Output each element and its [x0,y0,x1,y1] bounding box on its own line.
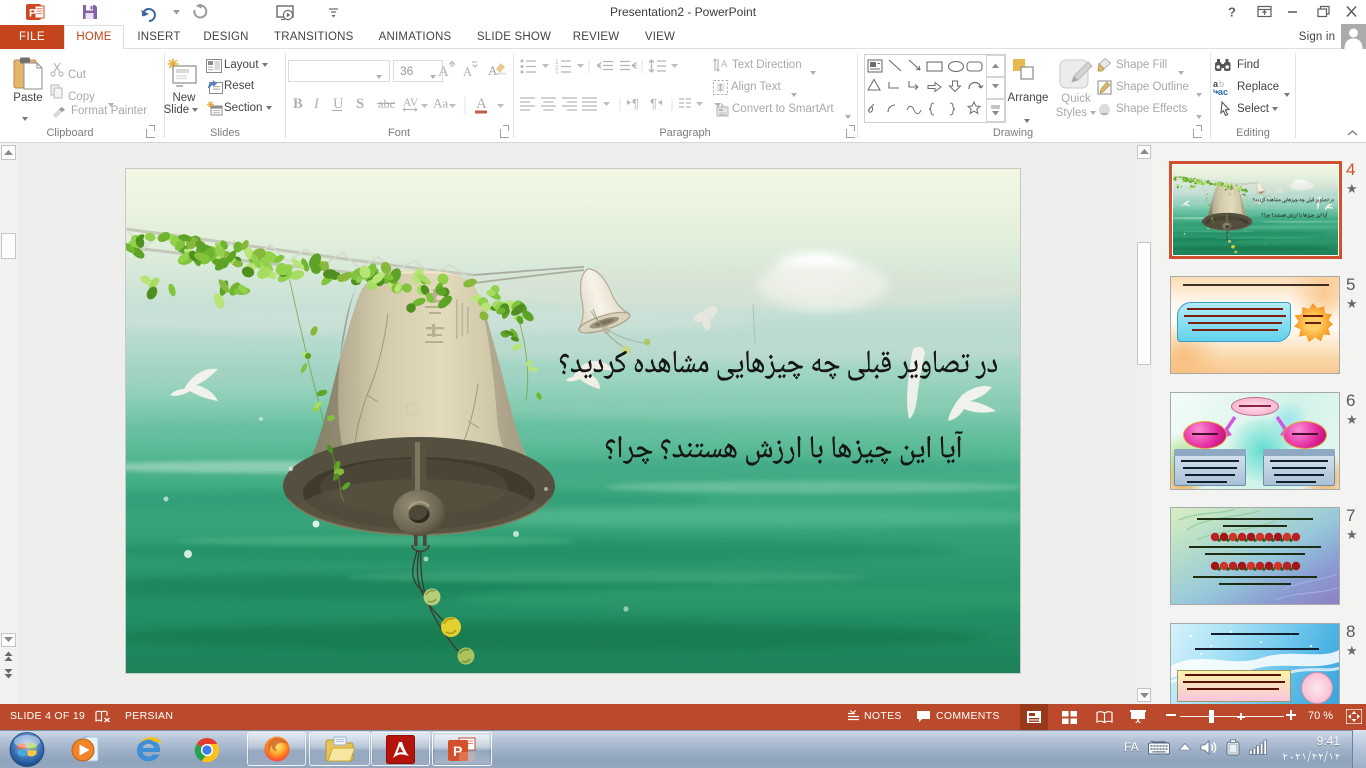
svg-text:A: A [488,63,498,78]
svg-text:?: ? [1228,5,1236,20]
svg-text:3: 3 [555,71,559,74]
svg-text:B: B [293,96,303,112]
svg-text:ac: ac [1218,87,1228,96]
svg-text:A: A [476,96,487,112]
svg-text:A: A [463,65,472,79]
svg-text:A: A [438,64,449,80]
svg-text:AV: AV [403,97,419,109]
svg-text:¶: ¶ [650,96,657,111]
svg-text:I: I [313,96,320,112]
svg-text:U: U [333,96,344,112]
svg-text:¶: ¶ [632,96,639,111]
svg-text:S: S [356,96,364,112]
svg-text:Aa: Aa [433,96,448,111]
svg-text:A: A [721,59,728,70]
